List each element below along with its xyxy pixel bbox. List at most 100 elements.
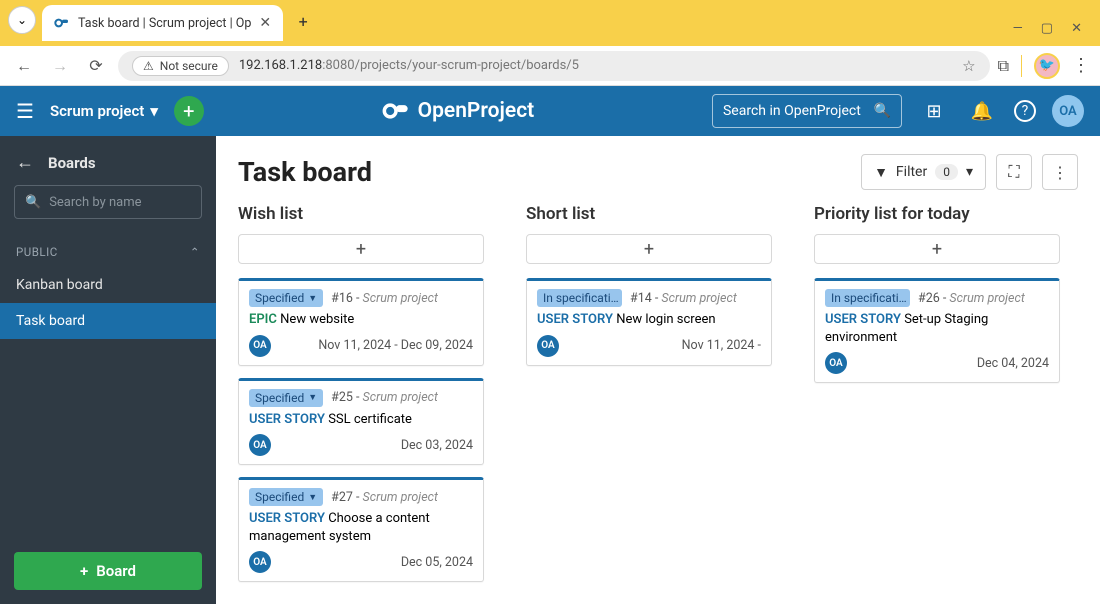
global-search[interactable]: Search in OpenProject 🔍	[712, 94, 902, 128]
add-board-label: Board	[96, 562, 136, 580]
caret-down-icon: ▾	[966, 164, 973, 180]
card-dates: Nov 11, 2024 -	[682, 338, 761, 353]
work-package-type: USER STORY	[825, 312, 901, 327]
work-package-type: USER STORY	[249, 511, 325, 526]
more-menu-button[interactable]: ⋮	[1042, 154, 1078, 190]
window-controls: — ▢ ✕	[1013, 21, 1100, 46]
tab-close-icon[interactable]: ✕	[259, 15, 271, 31]
board-column: Priority list for today + In specificati…▼…	[814, 204, 1060, 594]
sidebar-section-public[interactable]: PUBLIC ⌃	[0, 231, 216, 267]
board-card[interactable]: In specificati…▼ #26 - Scrum project USER …	[814, 278, 1060, 383]
sidebar-item-task-board[interactable]: Task board	[0, 303, 216, 339]
card-title: EPIC New website	[249, 311, 473, 329]
url-text: 192.168.1.218:8080/projects/your-scrum-p…	[239, 58, 579, 73]
board-card[interactable]: In specificati…▼#14 - Scrum projectUSER …	[526, 278, 772, 366]
add-card-button[interactable]: +	[238, 234, 484, 264]
extensions-icon[interactable]: ⧉	[998, 56, 1009, 76]
caret-down-icon: ▼	[308, 492, 317, 503]
status-label: Specified	[255, 490, 304, 504]
project-selector[interactable]: Scrum project ▾	[50, 102, 158, 120]
card-dates: Dec 05, 2024	[401, 555, 473, 570]
board-card[interactable]: Specified ▼ #27 - Scrum project USER STORY …	[238, 477, 484, 582]
plus-icon: +	[80, 562, 88, 580]
filter-count: 0	[935, 164, 958, 180]
status-chip[interactable]: Specified ▼	[249, 389, 323, 407]
fullscreen-button[interactable]: ⛶	[996, 154, 1032, 190]
brand-logo[interactable]: OpenProject	[382, 97, 535, 125]
card-title: USER STORY Choose a content management s…	[249, 510, 473, 545]
column-title[interactable]: Wish list	[238, 204, 484, 224]
assignee-avatar[interactable]: OA	[249, 551, 271, 573]
bookmark-star-icon[interactable]: ☆	[962, 57, 975, 75]
caret-down-icon: ▼	[308, 293, 317, 304]
window-minimize-button[interactable]: —	[1013, 21, 1023, 36]
card-meta: #16 - Scrum project	[331, 291, 438, 306]
card-title: USER STORY Set-up Staging environment	[825, 311, 1049, 346]
status-chip[interactable]: Specified ▼	[249, 488, 323, 506]
add-board-button[interactable]: + Board	[14, 552, 202, 590]
add-card-button[interactable]: +	[814, 234, 1060, 264]
nav-forward-button[interactable]: →	[46, 52, 74, 80]
card-meta: #27 - Scrum project	[331, 490, 438, 505]
help-icon[interactable]: ?	[1014, 100, 1036, 122]
assignee-avatar[interactable]: OA	[249, 335, 271, 357]
tab-menu-button[interactable]: ⌄	[8, 6, 36, 34]
card-dates: Nov 11, 2024 - Dec 09, 2024	[318, 338, 473, 353]
sidebar-search[interactable]: 🔍 Search by name	[14, 185, 202, 219]
card-meta: #26 - Scrum project	[918, 291, 1025, 306]
card-dates: Dec 04, 2024	[977, 356, 1049, 371]
assignee-avatar[interactable]: OA	[249, 434, 271, 456]
status-chip[interactable]: Specified ▼	[249, 289, 323, 307]
sidebar-item-kanban-board[interactable]: Kanban board	[0, 267, 216, 303]
app-header: ☰ Scrum project ▾ + OpenProject Search i…	[0, 86, 1100, 136]
window-maximize-button[interactable]: ▢	[1041, 21, 1053, 36]
chrome-menu-button[interactable]: ⋮	[1072, 55, 1090, 76]
filter-button[interactable]: ▼ Filter 0 ▾	[861, 154, 986, 190]
user-avatar[interactable]: OA	[1052, 95, 1084, 127]
nav-reload-button[interactable]: ⟳	[82, 52, 110, 80]
browser-tab[interactable]: Task board | Scrum project | Op ✕	[42, 5, 283, 41]
board-column: Wish list + Specified ▼ #16 - Scrum project E…	[238, 204, 484, 594]
board-card[interactable]: Specified▼#25 - Scrum projectUSER STORY …	[238, 378, 484, 466]
modules-grid-icon[interactable]: ⊞	[918, 101, 950, 122]
board-card[interactable]: Specified ▼ #16 - Scrum project EPIC New we…	[238, 278, 484, 366]
browser-tab-strip: ⌄ Task board | Scrum project | Op ✕ + — …	[0, 0, 1100, 46]
window-close-button[interactable]: ✕	[1071, 21, 1082, 36]
security-chip[interactable]: ⚠ Not secure	[132, 56, 229, 76]
assignee-avatar[interactable]: OA	[825, 352, 847, 374]
section-label: PUBLIC	[16, 245, 58, 259]
security-label: Not secure	[160, 59, 218, 73]
project-name: Scrum project	[50, 102, 144, 120]
status-label: Specified	[255, 391, 304, 405]
notifications-bell-icon[interactable]: 🔔	[966, 101, 998, 122]
card-title: USER STORY New login screen	[537, 311, 761, 329]
hamburger-icon[interactable]: ☰	[16, 99, 34, 123]
card-title: USER STORY SSL certificate	[249, 411, 473, 429]
status-chip[interactable]: In specificati…▼	[825, 289, 910, 307]
column-title[interactable]: Short list	[526, 204, 772, 224]
filter-icon: ▼	[874, 164, 888, 181]
new-tab-button[interactable]: +	[289, 7, 317, 35]
nav-back-button[interactable]: ←	[10, 52, 38, 80]
chevron-up-icon: ⌃	[190, 245, 200, 259]
status-label: Specified	[255, 291, 304, 305]
work-package-type: EPIC	[249, 312, 277, 327]
openproject-logo-icon	[382, 97, 410, 125]
caret-down-icon: ▼	[308, 392, 317, 403]
assignee-avatar[interactable]: OA	[537, 335, 559, 357]
browser-tab-title: Task board | Scrum project | Op	[78, 16, 251, 31]
global-add-button[interactable]: +	[174, 96, 204, 126]
add-card-button[interactable]: +	[526, 234, 772, 264]
search-icon: 🔍	[874, 103, 891, 119]
work-package-type: USER STORY	[537, 312, 613, 327]
sidebar-back-icon[interactable]: ←	[16, 152, 34, 173]
status-label: In specificati…	[831, 291, 907, 305]
column-title[interactable]: Priority list for today	[814, 204, 1060, 224]
status-chip[interactable]: In specificati…▼	[537, 289, 622, 307]
work-package-title: SSL certificate	[328, 412, 412, 427]
search-placeholder: Search in OpenProject	[723, 103, 861, 119]
profile-avatar[interactable]: 🐦	[1034, 53, 1060, 79]
separator	[1021, 55, 1022, 77]
url-field[interactable]: ⚠ Not secure 192.168.1.218:8080/projects…	[118, 51, 990, 81]
warning-icon: ⚠	[143, 59, 154, 73]
